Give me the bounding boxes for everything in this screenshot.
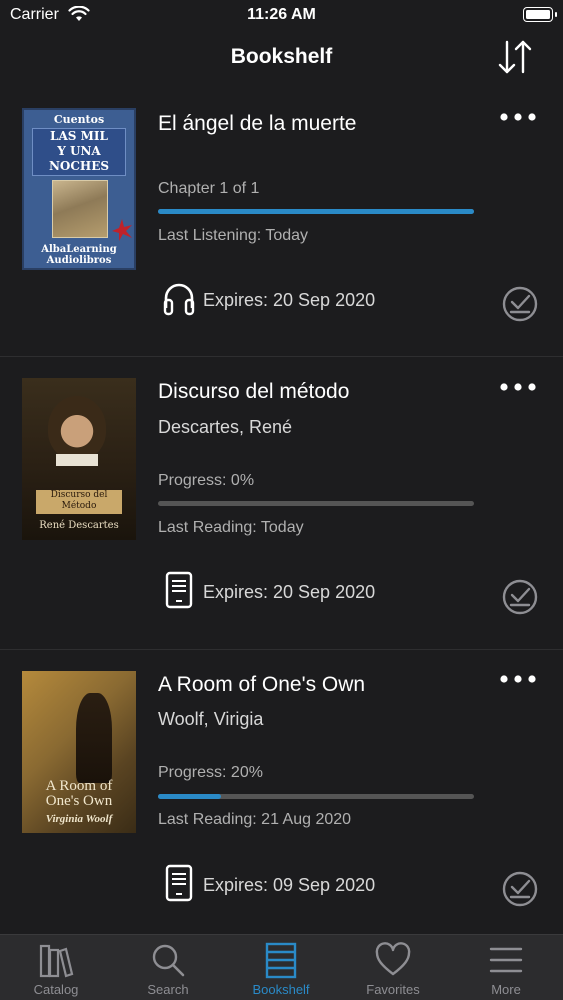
mark-done-button[interactable] xyxy=(501,285,539,323)
progress-bar xyxy=(158,501,474,506)
cover-bottom-text: AlbaLearning Audiolibros xyxy=(24,244,134,266)
cover-top-text: Cuentos xyxy=(53,113,105,126)
navigation-bar: Bookshelf xyxy=(0,30,563,86)
book-title: El ángel de la muerte xyxy=(158,112,357,135)
tab-catalog[interactable]: Catalog xyxy=(0,935,112,1000)
menu-icon xyxy=(489,947,523,973)
progress-fill xyxy=(158,794,222,799)
more-options-button[interactable] xyxy=(499,109,537,125)
progress-bar xyxy=(158,794,474,799)
page-title: Bookshelf xyxy=(230,45,333,68)
cover-star-icon xyxy=(112,219,132,241)
cover-publisher-line: AlbaLearning xyxy=(41,244,117,255)
cover-title-line: LAS MIL xyxy=(50,129,108,143)
books-icon xyxy=(39,944,74,978)
cover-author: René Descartes xyxy=(39,520,119,531)
cover-title-line: One's Own xyxy=(45,793,113,809)
cover-publisher-line: Audiolibros xyxy=(46,255,112,266)
status-bar: Carrier 11:26 AM xyxy=(0,0,563,30)
tab-label: More xyxy=(491,982,521,997)
book-cover: Discurso del Método René Descartes xyxy=(22,378,136,540)
battery-icon xyxy=(523,7,557,22)
cover-title-line: NOCHES xyxy=(48,159,110,173)
book-author: Woolf, Virigia xyxy=(158,709,264,729)
bookshelf-item[interactable]: Discurso del Método René Descartes Discu… xyxy=(0,358,563,650)
cover-portrait xyxy=(48,396,106,460)
bookshelf-item[interactable]: Cuentos LAS MIL Y UNA NOCHES AlbaLearnin… xyxy=(0,88,563,357)
progress-fill xyxy=(158,209,474,214)
cover-collar xyxy=(56,454,98,466)
progress-label: Progress: 20% xyxy=(158,764,263,781)
book-cover: Cuentos LAS MIL Y UNA NOCHES AlbaLearnin… xyxy=(22,108,136,270)
mark-done-button[interactable] xyxy=(501,870,539,908)
book-author: Descartes, René xyxy=(158,417,293,437)
tab-bookshelf[interactable]: Bookshelf xyxy=(225,935,337,1000)
book-title: A Room of One's Own xyxy=(158,673,366,696)
bookshelf-item[interactable]: A Room of One's Own Virginia Woolf A Roo… xyxy=(0,651,563,934)
expires-label: Expires: 20 Sep 2020 xyxy=(203,582,376,602)
mark-done-button[interactable] xyxy=(501,578,539,616)
tab-more[interactable]: More xyxy=(450,935,562,1000)
last-activity-label: Last Listening: Today xyxy=(158,227,309,244)
tab-search[interactable]: Search xyxy=(112,935,224,1000)
more-options-button[interactable] xyxy=(499,379,537,395)
cover-title-line: Discurso del xyxy=(50,490,108,500)
book-cover: A Room of One's Own Virginia Woolf xyxy=(22,671,136,833)
sort-button[interactable] xyxy=(495,38,535,78)
headphones-icon xyxy=(163,283,195,316)
clock: 11:26 AM xyxy=(247,6,316,23)
cover-title-line: Método xyxy=(61,501,97,511)
cover-title-box: LAS MIL Y UNA NOCHES xyxy=(32,128,126,176)
expires-label: Expires: 20 Sep 2020 xyxy=(203,290,376,310)
progress-label: Progress: 0% xyxy=(158,472,255,489)
cover-title-line: A Room of xyxy=(45,778,113,794)
tab-label: Search xyxy=(147,982,189,997)
book-title: Discurso del método xyxy=(158,380,350,403)
cover-title-text: A Room of One's Own xyxy=(22,779,136,809)
more-options-button[interactable] xyxy=(499,671,537,687)
tab-bar: Catalog Search Bookshelf Favorites More xyxy=(0,934,563,1000)
cover-figure xyxy=(76,693,112,783)
last-activity-label: Last Reading: Today xyxy=(158,519,304,536)
cover-title-line: Y UNA xyxy=(57,144,101,158)
progress-label: Chapter 1 of 1 xyxy=(158,180,260,197)
tab-favorites[interactable]: Favorites xyxy=(337,935,449,1000)
expires-label: Expires: 09 Sep 2020 xyxy=(203,875,376,895)
cover-author: Virginia Woolf xyxy=(45,813,113,825)
tab-label: Bookshelf xyxy=(252,982,310,997)
cover-label-box: Discurso del Método xyxy=(36,490,122,514)
heart-icon xyxy=(375,942,411,976)
bookshelf-icon xyxy=(265,942,297,979)
cover-illustration xyxy=(52,180,108,238)
ebook-icon xyxy=(165,571,193,609)
tab-label: Catalog xyxy=(33,982,79,997)
last-activity-label: Last Reading: 21 Aug 2020 xyxy=(158,811,352,828)
search-icon xyxy=(152,944,185,977)
progress-bar xyxy=(158,209,474,214)
ebook-icon xyxy=(165,864,193,902)
tab-label: Favorites xyxy=(366,982,420,997)
